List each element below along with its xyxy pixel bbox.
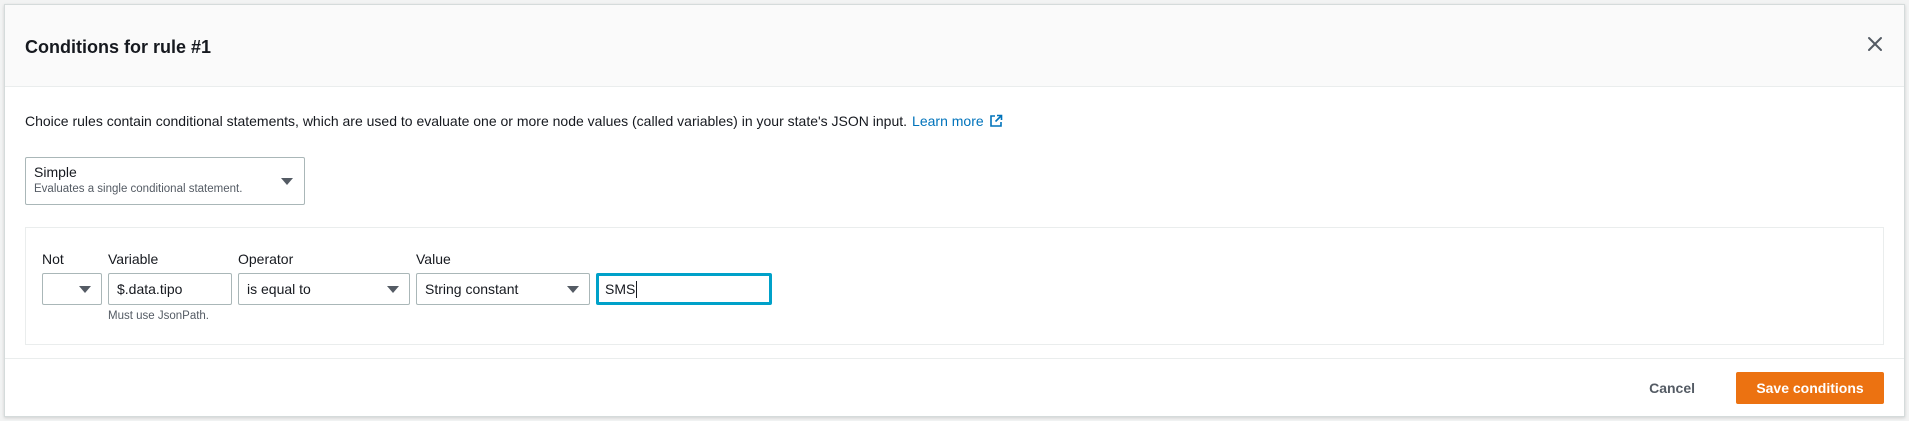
variable-hint: Must use JsonPath. — [108, 310, 209, 322]
value-type-select-value: String constant — [425, 281, 519, 297]
modal-header: Conditions for rule #1 — [5, 5, 1904, 87]
operator-label: Operator — [238, 251, 294, 267]
cancel-button[interactable]: Cancel — [1649, 380, 1695, 396]
value-input-text: SMS — [605, 281, 636, 297]
conditions-modal: Conditions for rule #1 Choice rules cont… — [4, 4, 1905, 417]
variable-label: Variable — [108, 251, 159, 267]
rule-mode-description: Evaluates a single conditional statement… — [34, 183, 243, 195]
variable-input-value: $.data.tipo — [117, 281, 183, 297]
learn-more-link[interactable]: Learn more — [912, 111, 984, 131]
rule-mode-selected: Simple — [34, 164, 77, 180]
caret-down-icon — [281, 178, 293, 185]
operator-field: Operator is equal to — [238, 250, 410, 305]
variable-field: Variable $.data.tipo Must use JsonPath. — [108, 250, 232, 322]
value-field: Value String constant — [416, 250, 590, 305]
text-cursor — [636, 280, 638, 298]
value-input[interactable]: SMS — [596, 273, 772, 305]
operator-select-value: is equal to — [247, 281, 311, 297]
not-field: Not — [42, 250, 102, 305]
condition-row: Not Variable $.data.tipo Must use JsonPa… — [25, 227, 1884, 345]
caret-down-icon — [387, 286, 399, 293]
caret-down-icon — [79, 286, 91, 293]
close-icon[interactable] — [1864, 33, 1886, 55]
not-label: Not — [42, 251, 64, 267]
value-label: Value — [416, 251, 451, 267]
description: Choice rules contain conditional stateme… — [25, 111, 1884, 131]
value-type-select[interactable]: String constant — [416, 273, 590, 305]
variable-input[interactable]: $.data.tipo — [108, 273, 232, 305]
operator-select[interactable]: is equal to — [238, 273, 410, 305]
not-select[interactable] — [42, 273, 102, 305]
modal-body: Choice rules contain conditional stateme… — [5, 87, 1904, 345]
modal-footer: Cancel Save conditions — [5, 358, 1904, 416]
description-text: Choice rules contain conditional stateme… — [25, 113, 908, 129]
value-input-field: SMS — [596, 250, 772, 305]
modal-title: Conditions for rule #1 — [25, 37, 212, 57]
caret-down-icon — [567, 286, 579, 293]
rule-mode-select[interactable]: Simple Evaluates a single conditional st… — [25, 157, 305, 205]
external-link-icon[interactable] — [989, 114, 1003, 128]
save-conditions-button[interactable]: Save conditions — [1736, 371, 1884, 404]
